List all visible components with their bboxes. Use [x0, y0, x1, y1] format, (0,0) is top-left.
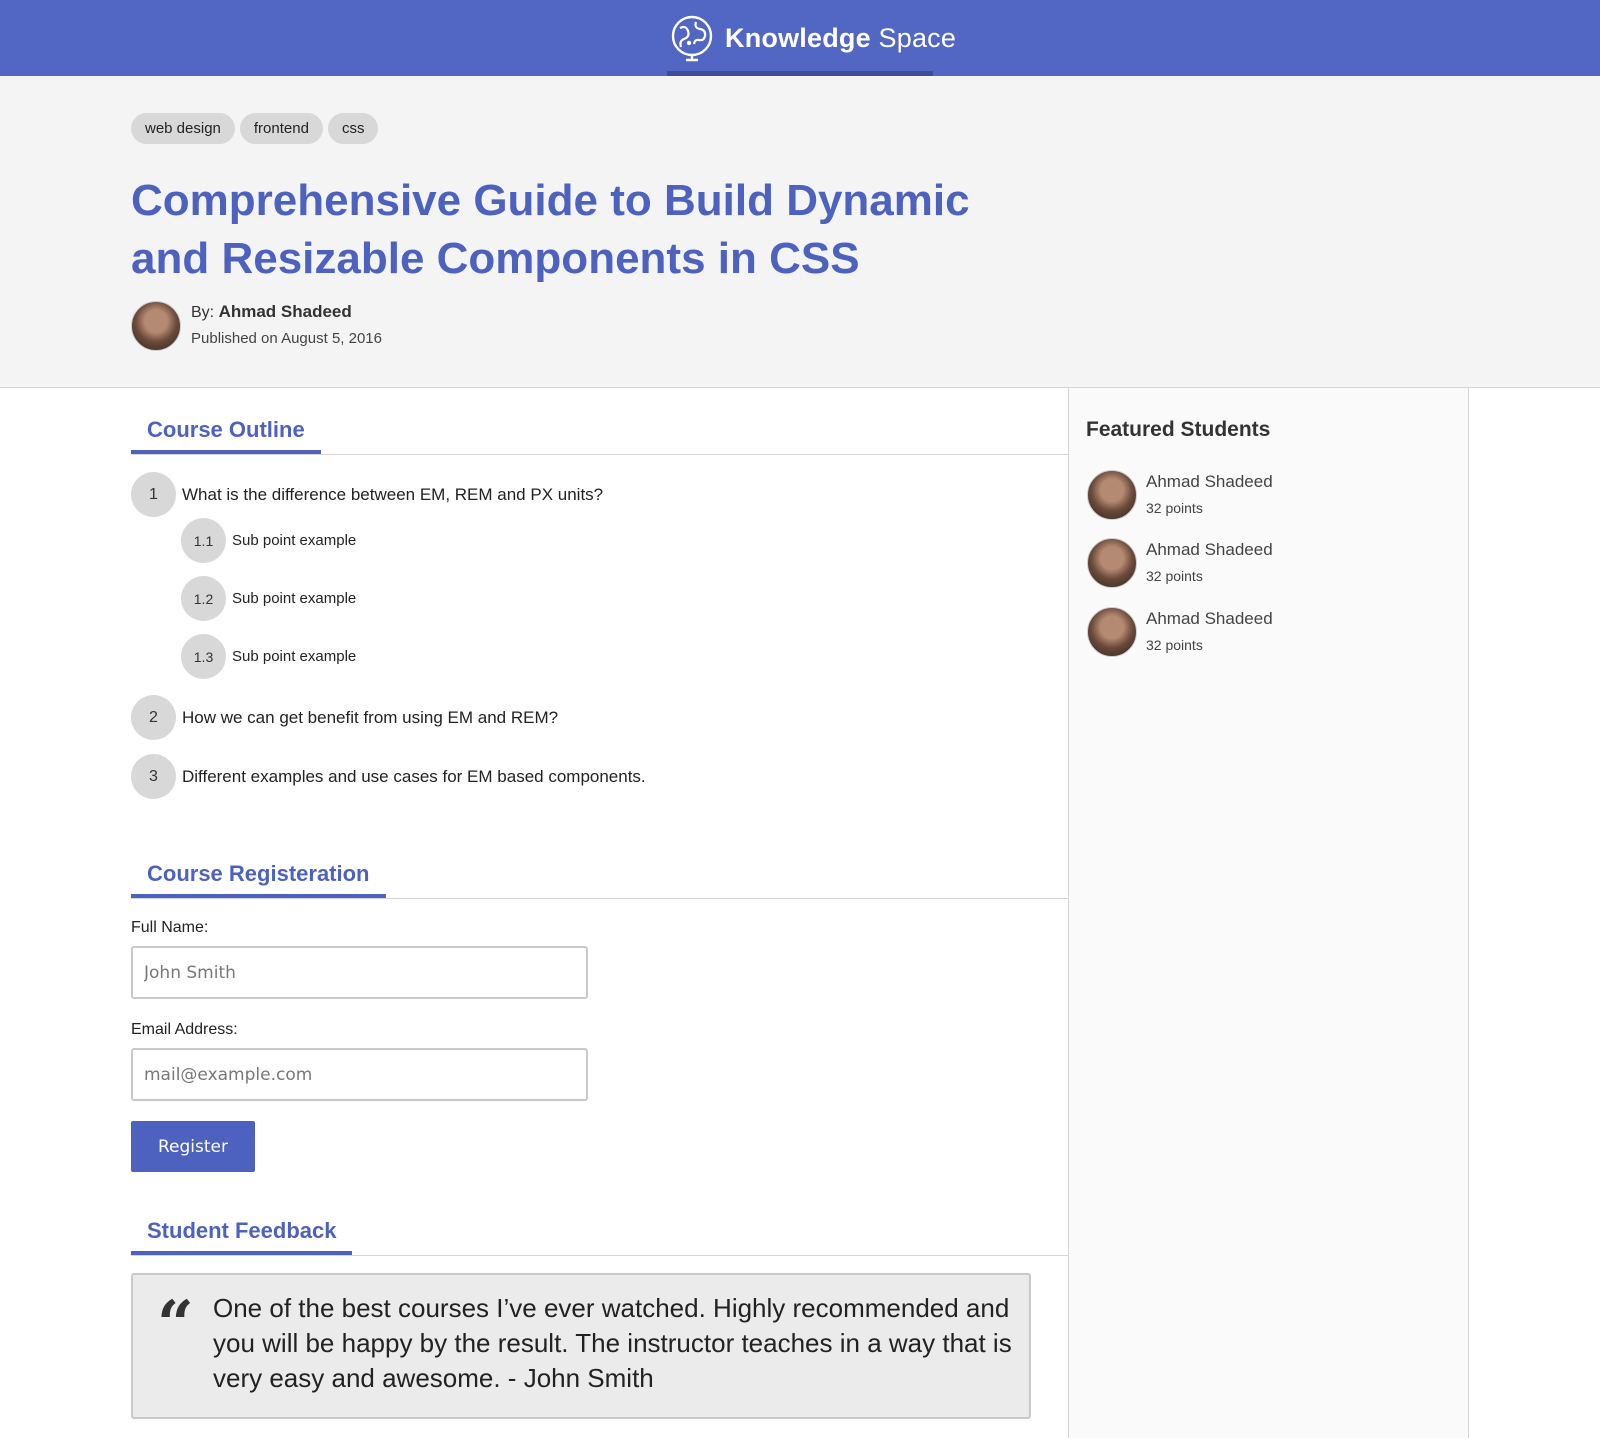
full-name-label: Full Name:	[131, 919, 209, 936]
outline-item-3[interactable]: 3 Different examples and use cases for E…	[131, 754, 646, 799]
outline-text: Sub point example	[232, 648, 357, 665]
globe-icon	[671, 15, 713, 62]
full-name-input[interactable]	[131, 946, 588, 999]
sidebar-title: Featured Students	[1086, 418, 1271, 441]
outline-item-1-3[interactable]: 1.3 Sub point example	[181, 634, 356, 679]
course-registration-title: Course Registeration	[131, 832, 386, 898]
student-points: 32 points	[1146, 500, 1203, 516]
student-avatar	[1087, 607, 1137, 657]
outline-text: Different examples and use cases for EM …	[182, 766, 646, 786]
brand-name-bold: Knowledge	[725, 22, 871, 53]
brand-logo-link[interactable]: Knowledge Space	[667, 8, 956, 68]
student-card[interactable]: Ahmad Shadeed 32 points	[1087, 606, 1273, 658]
featured-students-sidebar: Featured Students Ahmad Shadeed 32 point…	[1068, 388, 1469, 1438]
tag-frontend[interactable]: frontend	[239, 113, 323, 144]
outline-text: Sub point example	[232, 532, 357, 549]
outline-number: 3	[131, 754, 176, 799]
outline-text: Sub point example	[232, 590, 357, 607]
course-registration-heading: Course Registeration	[131, 832, 386, 898]
outline-text: How we can get benefit from using EM and…	[182, 707, 559, 727]
email-input[interactable]	[131, 1048, 588, 1101]
page-title-line-2: and Resizable Components in CSS	[131, 234, 860, 283]
author-name[interactable]: Ahmad Shadeed	[219, 302, 352, 321]
outline-number: 1	[131, 472, 176, 517]
register-button[interactable]: Register	[131, 1121, 255, 1172]
by-label: By:	[191, 304, 219, 321]
student-points: 32 points	[1146, 637, 1203, 653]
tag-css[interactable]: css	[327, 113, 379, 144]
student-name: Ahmad Shadeed	[1146, 472, 1273, 491]
student-points: 32 points	[1146, 568, 1203, 584]
student-name: Ahmad Shadeed	[1146, 540, 1273, 559]
outline-item-1-2[interactable]: 1.2 Sub point example	[181, 576, 356, 621]
page-title-line-1: Comprehensive Guide to Build Dynamic	[131, 176, 970, 225]
outline-item-2[interactable]: 2 How we can get benefit from using EM a…	[131, 695, 558, 740]
student-feedback-heading: Student Feedback	[131, 1189, 353, 1255]
student-card[interactable]: Ahmad Shadeed 32 points	[1087, 537, 1273, 589]
student-avatar	[1087, 538, 1137, 588]
top-bar: Knowledge Space	[0, 0, 1600, 76]
student-name: Ahmad Shadeed	[1146, 609, 1273, 628]
tag-web-design[interactable]: web design	[131, 113, 235, 144]
author-avatar[interactable]	[131, 300, 181, 351]
tag-list: web design frontend css	[131, 113, 379, 144]
course-outline-heading: Course Outline	[131, 388, 321, 454]
publish-date: Published on August 5, 2016	[191, 330, 382, 347]
outline-item-1[interactable]: 1 What is the difference between EM, REM…	[131, 472, 603, 517]
student-avatar	[1087, 470, 1137, 520]
outline-number: 2	[131, 695, 176, 740]
main-content: Course Outline 1 What is the difference …	[0, 388, 1068, 1438]
outline-number: 1.1	[181, 518, 226, 563]
outline-item-1-1[interactable]: 1.1 Sub point example	[181, 518, 356, 563]
quote-mark-icon: “	[157, 1287, 194, 1362]
author-block: By: Ahmad Shadeed Published on August 5,…	[131, 299, 382, 352]
section-divider	[131, 454, 1068, 455]
student-card[interactable]: Ahmad Shadeed 32 points	[1087, 469, 1273, 521]
feedback-quote-text: One of the best courses I’ve ever watche…	[213, 1293, 1012, 1393]
brand-name-light: Space	[870, 22, 957, 53]
outline-text: What is the difference between EM, REM a…	[182, 484, 604, 504]
section-divider	[131, 1255, 1068, 1256]
feedback-quote-card: “ One of the best courses I’ve ever watc…	[131, 1273, 1031, 1419]
email-label: Email Address:	[131, 1021, 238, 1038]
article-header: web design frontend css Comprehensive Gu…	[0, 76, 1600, 388]
page-title: Comprehensive Guide to Build Dynamic and…	[131, 172, 981, 288]
section-divider	[131, 898, 1068, 899]
outline-number: 1.3	[181, 634, 226, 679]
outline-number: 1.2	[181, 576, 226, 621]
course-outline-title: Course Outline	[131, 388, 321, 454]
student-feedback-title: Student Feedback	[131, 1189, 353, 1255]
